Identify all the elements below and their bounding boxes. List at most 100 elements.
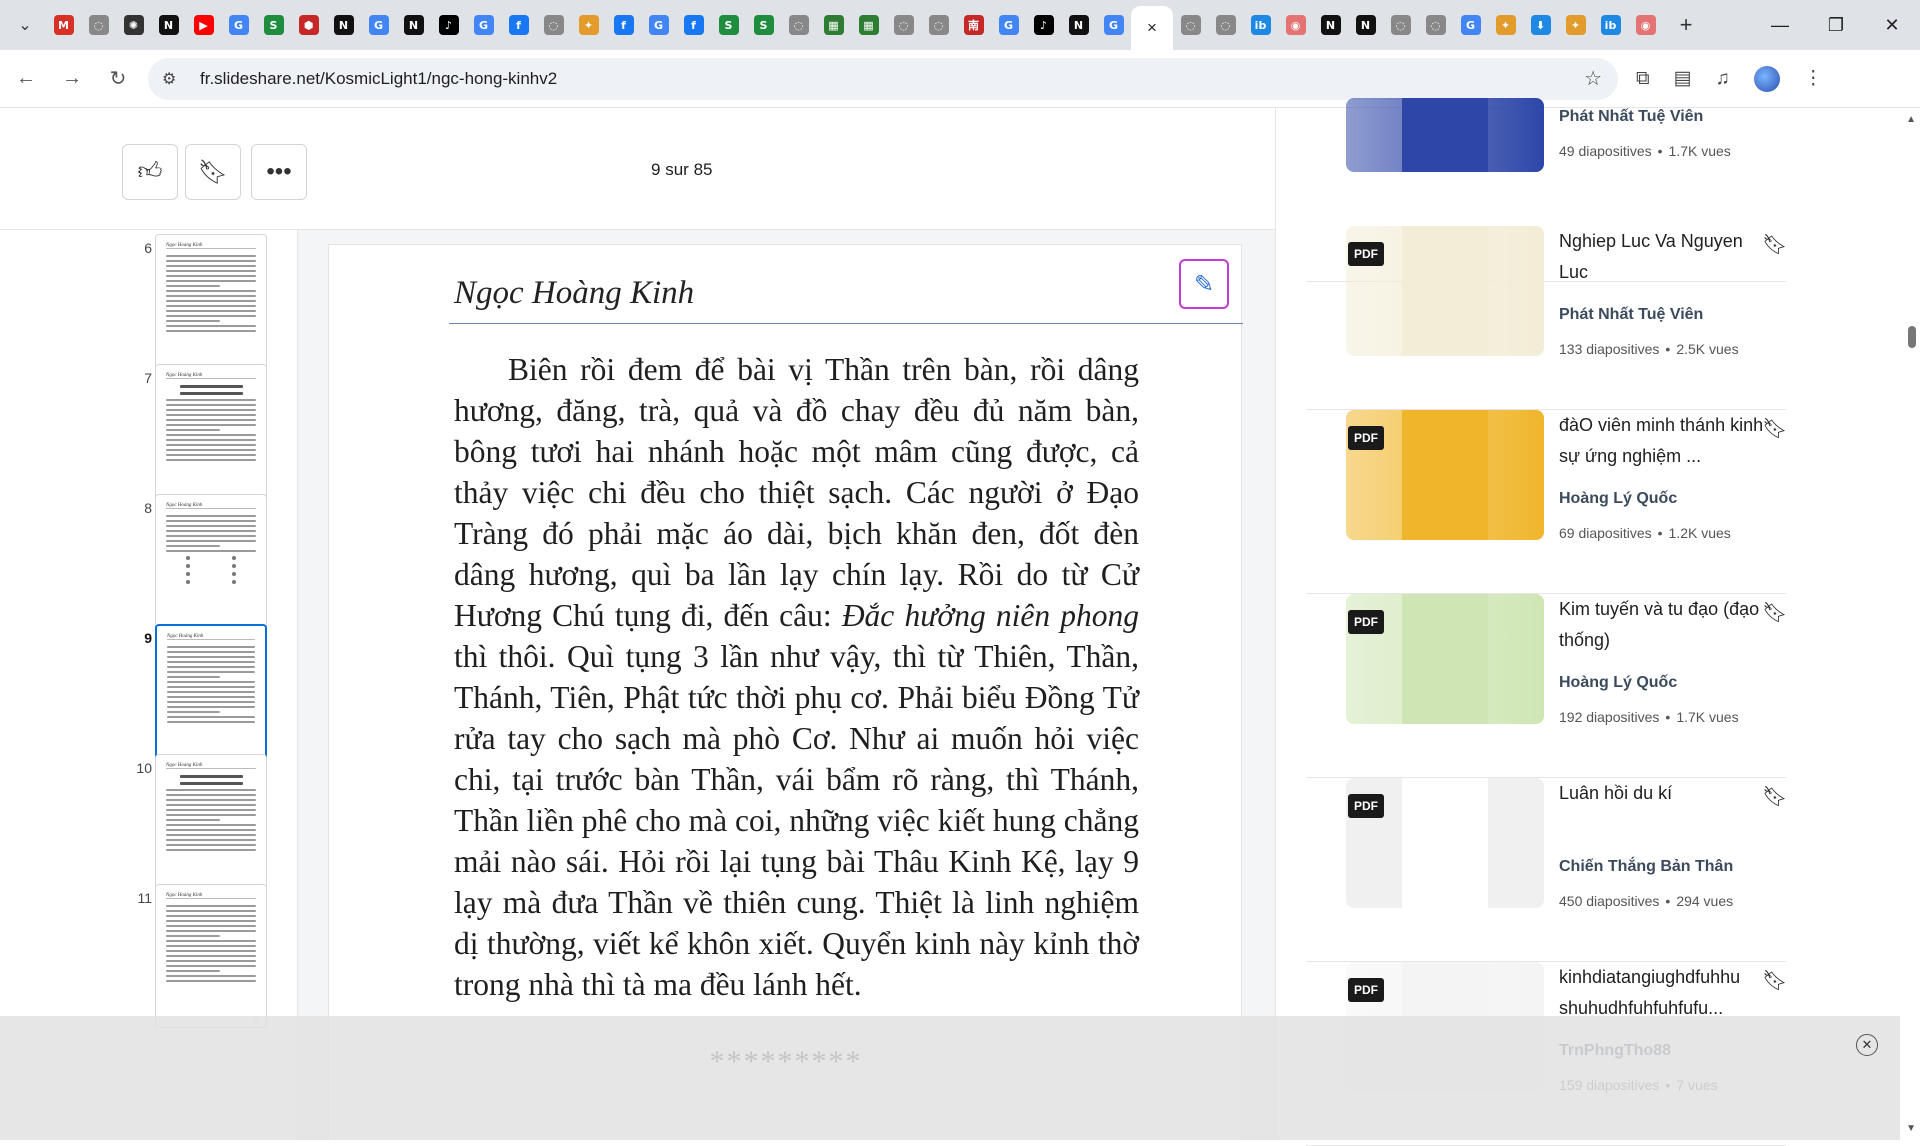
browser-tab[interactable]: ◌ <box>781 0 816 50</box>
browser-tab[interactable]: ib <box>1593 0 1628 50</box>
browser-tab[interactable]: f <box>676 0 711 50</box>
save-bookmark-icon[interactable]: 🔖︎ <box>1762 600 1787 626</box>
browser-tab[interactable]: G <box>641 0 676 50</box>
address-bar[interactable]: ⚙ fr.slideshare.net/KosmicLight1/ngc-hon… <box>148 57 1618 100</box>
thumbnail-item[interactable]: 7Ngọc Hoàng Kinh7 <box>0 364 297 514</box>
forward-icon[interactable]: → <box>52 59 92 99</box>
site-info-icon[interactable]: ⚙ <box>162 69 186 89</box>
thumbnail-image[interactable]: Ngọc Hoàng Kinh7 <box>155 364 267 508</box>
save-bookmark-icon[interactable]: 🔖︎ <box>1762 416 1787 442</box>
related-thumbnail[interactable]: PDF <box>1346 226 1544 356</box>
related-title[interactable]: kinhdiatangiughdfuhhu shuhudhfuhfuhfufu.… <box>1559 962 1764 1024</box>
browser-tab[interactable]: G <box>466 0 501 50</box>
related-thumbnail[interactable] <box>1346 98 1544 172</box>
scroll-up-icon[interactable]: ▲ <box>1906 114 1916 125</box>
active-tab[interactable]: × <box>1131 6 1173 50</box>
browser-tab[interactable]: M <box>46 0 81 50</box>
browser-tab[interactable]: G <box>1453 0 1488 50</box>
related-author[interactable]: Phát Nhất Tuệ Viên <box>1559 306 1703 324</box>
reading-mode-icon[interactable]: ▤ <box>1674 67 1692 90</box>
browser-tab[interactable]: N <box>1061 0 1096 50</box>
browser-tab[interactable]: S <box>256 0 291 50</box>
thumbnail-image[interactable]: Ngọc Hoàng Kinh10 <box>155 754 267 898</box>
tab-search-chevron-icon[interactable]: ⌄ <box>8 8 42 42</box>
browser-tab[interactable]: N <box>396 0 431 50</box>
browser-tab[interactable]: ⬢ <box>291 0 326 50</box>
thumbnail-item[interactable]: 6Ngọc Hoàng Kinh6 <box>0 234 297 384</box>
browser-tab[interactable]: ✦ <box>1558 0 1593 50</box>
browser-tab[interactable]: ◌ <box>536 0 571 50</box>
browser-tab[interactable]: ♪ <box>1026 0 1061 50</box>
browser-tab[interactable]: ♪ <box>431 0 466 50</box>
related-thumbnail[interactable]: PDF <box>1346 410 1544 540</box>
browser-tab[interactable]: ✦ <box>571 0 606 50</box>
close-ad-icon[interactable]: ✕ <box>1856 1034 1878 1056</box>
browser-tab[interactable]: ✺ <box>116 0 151 50</box>
related-thumbnail[interactable]: PDF <box>1346 594 1544 724</box>
browser-tab[interactable]: N <box>151 0 186 50</box>
thumbnail-item[interactable]: 9Ngọc Hoàng Kinh9 <box>0 624 297 774</box>
new-tab-icon[interactable]: + <box>1669 8 1703 42</box>
related-title[interactable]: Kim tuyến và tu đạo (đạo thống) <box>1559 594 1764 656</box>
browser-tab[interactable]: ⬇ <box>1523 0 1558 50</box>
more-options-button[interactable]: ••• <box>251 144 307 200</box>
thumbnail-item[interactable]: 11Ngọc Hoàng Kinh11 <box>0 884 297 1034</box>
browser-tab[interactable]: f <box>606 0 641 50</box>
save-bookmark-icon[interactable]: 🔖︎ <box>1762 232 1787 258</box>
browser-tab[interactable]: ib <box>1243 0 1278 50</box>
browser-tab[interactable]: 南 <box>956 0 991 50</box>
related-author[interactable]: Chiến Thắng Bản Thân <box>1559 858 1733 876</box>
thumbnail-image[interactable]: Ngọc Hoàng Kinh8 <box>155 494 267 638</box>
reload-icon[interactable]: ↻ <box>98 59 138 99</box>
menu-kebab-icon[interactable]: ⋮ <box>1804 67 1823 90</box>
browser-tab[interactable]: ◌ <box>1173 0 1208 50</box>
related-title[interactable]: Luân hồi du kí <box>1559 778 1764 809</box>
browser-tab[interactable]: ◌ <box>1418 0 1453 50</box>
browser-tab[interactable]: ▶ <box>186 0 221 50</box>
close-window-icon[interactable]: ✕ <box>1864 0 1920 50</box>
browser-tab[interactable]: ✦ <box>1488 0 1523 50</box>
related-author[interactable]: Hoàng Lý Quốc <box>1559 674 1677 692</box>
browser-tab[interactable]: N <box>1313 0 1348 50</box>
browser-tab[interactable]: ◌ <box>1208 0 1243 50</box>
related-title[interactable]: Nghiep Luc Va Nguyen Luc <box>1559 226 1764 288</box>
url-text[interactable]: fr.slideshare.net/KosmicLight1/ngc-hong-… <box>200 69 557 89</box>
browser-tab[interactable]: S <box>711 0 746 50</box>
save-bookmark-icon[interactable]: 🔖︎ <box>1762 968 1787 994</box>
browser-tab[interactable]: G <box>1096 0 1131 50</box>
browser-tab[interactable]: G <box>991 0 1026 50</box>
minimize-icon[interactable]: — <box>1752 0 1808 50</box>
related-document[interactable]: PDF Kim tuyến và tu đạo (đạo thống) 🔖︎ Hoàn… <box>1306 594 1787 778</box>
browser-tab[interactable]: N <box>1348 0 1383 50</box>
related-author[interactable]: Hoàng Lý Quốc <box>1559 490 1677 508</box>
restore-icon[interactable]: ❐ <box>1808 0 1864 50</box>
related-author[interactable]: Phát Nhất Tuệ Viên <box>1559 108 1703 126</box>
media-controls-icon[interactable]: ♫ <box>1716 68 1730 90</box>
related-thumbnail[interactable]: PDF <box>1346 778 1544 908</box>
thumbnail-image[interactable]: Ngọc Hoàng Kinh9 <box>155 624 267 768</box>
browser-tab[interactable]: ▦ <box>816 0 851 50</box>
back-icon[interactable]: ← <box>6 59 46 99</box>
thumbnail-image[interactable]: Ngọc Hoàng Kinh11 <box>155 884 267 1028</box>
thumbnail-item[interactable]: 8Ngọc Hoàng Kinh8 <box>0 494 297 644</box>
browser-tab[interactable]: f <box>501 0 536 50</box>
browser-tab[interactable]: ◌ <box>81 0 116 50</box>
browser-tab[interactable]: ◉ <box>1628 0 1663 50</box>
annotate-button[interactable]: ✎ <box>1179 259 1229 309</box>
bookmark-star-icon[interactable]: ☆ <box>1584 66 1602 91</box>
related-title[interactable]: đàO viên minh thánh kinh sự ứng nghiệm .… <box>1559 410 1764 472</box>
related-document[interactable]: PDF đàO viên minh thánh kinh sự ứng nghiệ… <box>1306 410 1787 594</box>
browser-tab[interactable]: N <box>326 0 361 50</box>
browser-tab[interactable]: S <box>746 0 781 50</box>
browser-tab[interactable]: ◌ <box>921 0 956 50</box>
browser-tab[interactable]: ◉ <box>1278 0 1313 50</box>
scroll-down-icon[interactable]: ▼ <box>1906 1123 1916 1134</box>
related-document[interactable]: PDF Nghiep Luc Va Nguyen Luc 🔖︎ Phát Nhất T… <box>1306 226 1787 410</box>
thumbnail-item[interactable]: 10Ngọc Hoàng Kinh10 <box>0 754 297 904</box>
browser-tab[interactable]: G <box>221 0 256 50</box>
related-document[interactable]: PDF Luân hồi du kí 🔖︎ Chiến Thắng Bản Thân 4… <box>1306 778 1787 962</box>
browser-tab[interactable]: ◌ <box>886 0 921 50</box>
save-button[interactable]: 🔖︎ <box>185 144 241 200</box>
save-bookmark-icon[interactable]: 🔖︎ <box>1762 784 1787 810</box>
thumbnail-image[interactable]: Ngọc Hoàng Kinh6 <box>155 234 267 378</box>
